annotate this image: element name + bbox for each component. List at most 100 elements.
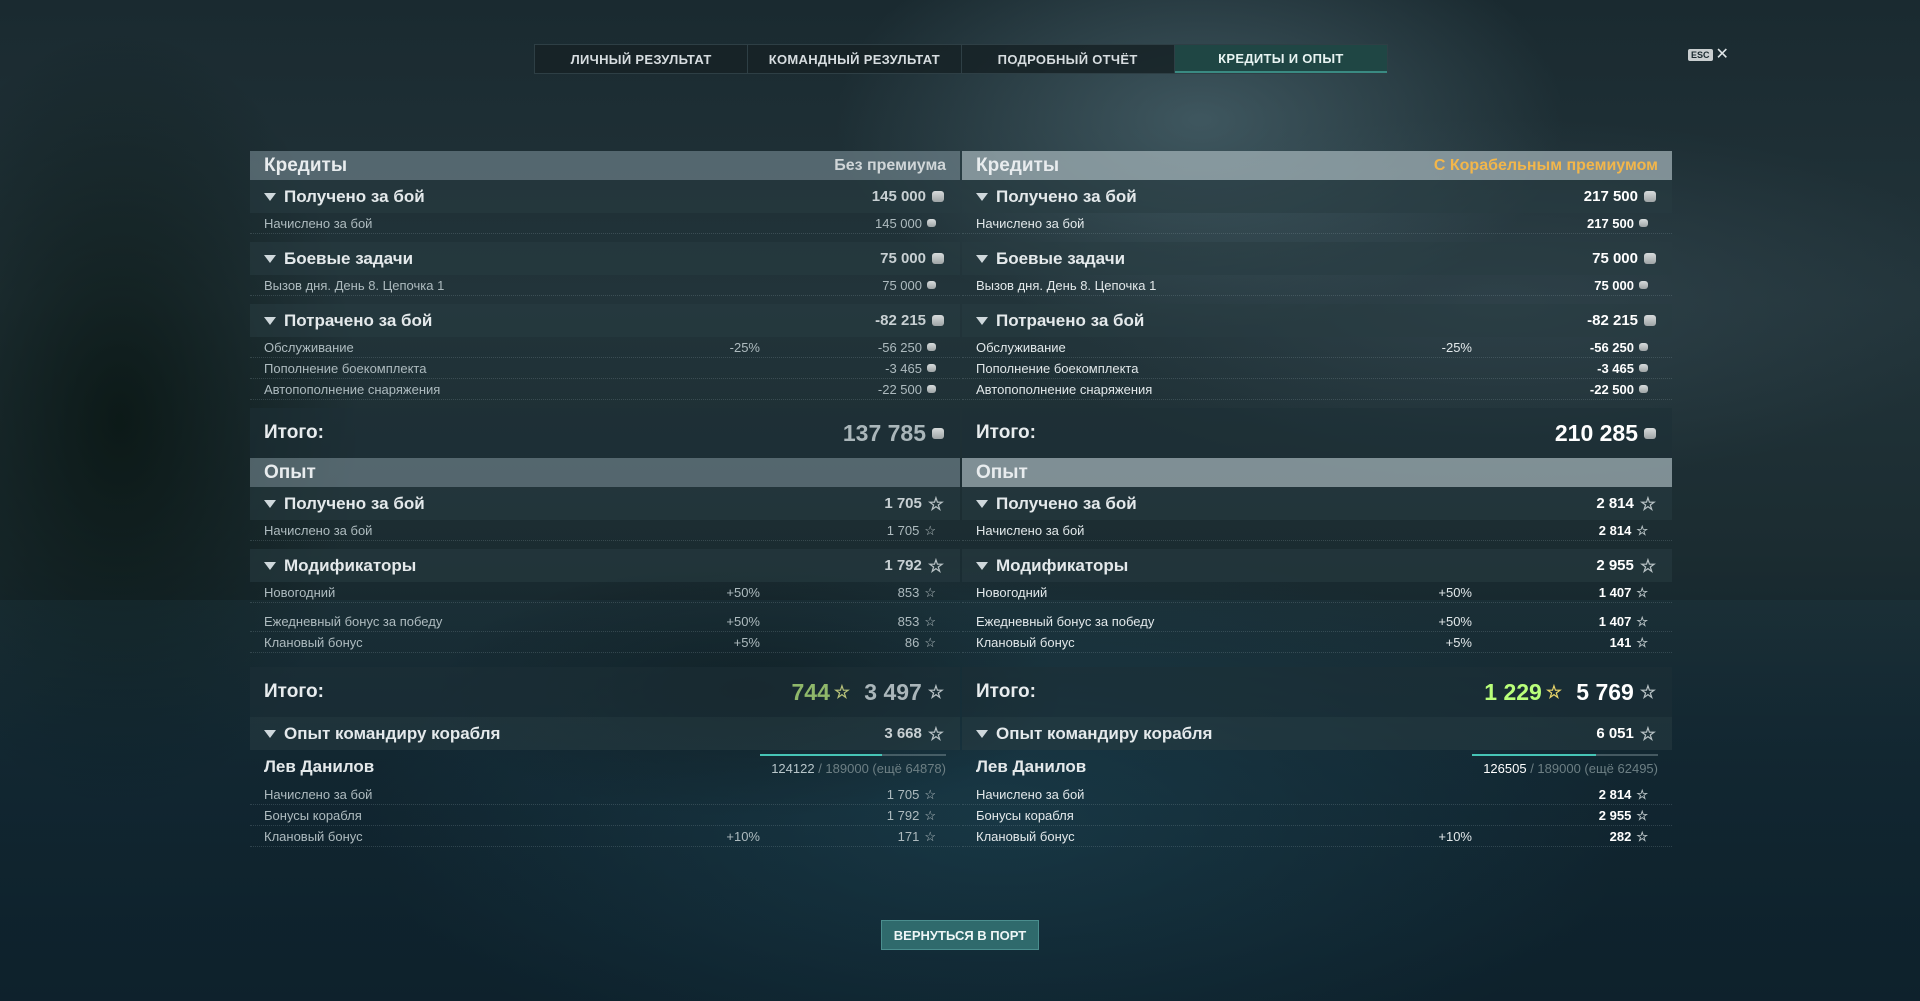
collapse-triangle-icon[interactable] <box>264 499 276 508</box>
credits-icon <box>932 315 944 326</box>
detail-row: Пополнение боекомплекта -3 465 <box>250 358 960 379</box>
row-label: Автопополнение снаряжения <box>976 381 1153 397</box>
tab-credits-and-xp[interactable]: КРЕДИТЫ И ОПЫТ <box>1174 45 1387 73</box>
section-earned[interactable]: Получено за бой 217 500 <box>962 180 1672 213</box>
section-spent[interactable]: Потрачено за бой -82 215 <box>962 304 1672 337</box>
collapse-triangle-icon[interactable] <box>976 729 988 738</box>
row-value-text: -22 500 <box>1589 381 1634 397</box>
credits-icon <box>1639 364 1648 372</box>
row-value: -22 500 <box>1590 382 1648 397</box>
row-label: Начислено за бой <box>264 215 373 231</box>
credits-icon <box>932 253 944 264</box>
collapse-triangle-icon[interactable] <box>264 192 276 201</box>
collapse-triangle-icon[interactable] <box>264 561 276 570</box>
credits-total-text: 210 285 <box>1554 419 1638 446</box>
row-value: 75 000 <box>1594 278 1648 293</box>
detail-row: Обслуживание -25% -56 250 <box>250 337 960 358</box>
section-value-text: 217 500 <box>1583 188 1638 205</box>
section-modifiers[interactable]: Модификаторы 2 955 ☆ <box>962 549 1672 582</box>
total-label: Итого: <box>976 422 1036 443</box>
row-value: 1 705 ☆ <box>887 523 936 538</box>
section-value: 75 000 <box>1592 250 1656 267</box>
credits-icon <box>927 364 936 372</box>
xp-star-icon: ☆ <box>924 522 936 538</box>
section-xp_earned[interactable]: Получено за бой 2 814 ☆ <box>962 487 1672 520</box>
credits-icon <box>927 343 936 351</box>
xp-star-icon: ☆ <box>1636 522 1648 538</box>
tab-team-result[interactable]: КОМАНДНЫЙ РЕЗУЛЬТАТ <box>748 45 962 73</box>
section-xp_earned[interactable]: Получено за бой 1 705 ☆ <box>250 487 960 520</box>
row-label: Начислено за бой <box>264 786 373 802</box>
section-value-text: 1 705 <box>884 495 922 512</box>
xp-star-icon: ☆ <box>1636 828 1648 844</box>
row-percent: +10% <box>1438 828 1472 844</box>
row-label: Вызов дня. День 8. Цепочка 1 <box>976 277 1157 293</box>
collapse-triangle-icon[interactable] <box>976 561 988 570</box>
section-tasks[interactable]: Боевые задачи 75 000 <box>250 242 960 275</box>
detail-row: Вызов дня. День 8. Цепочка 1 75 000 <box>962 275 1672 296</box>
free-xp-text: 744 <box>791 678 830 705</box>
row-percent: +50% <box>1438 584 1472 600</box>
xp-star-icon: ☆ <box>833 682 850 702</box>
section-value: 2 955 ☆ <box>1596 557 1656 575</box>
section-value: 1 705 ☆ <box>884 495 944 513</box>
section-spent[interactable]: Потрачено за бой -82 215 <box>250 304 960 337</box>
xp-star-icon: ☆ <box>1636 786 1648 802</box>
credits-icon <box>1644 253 1656 264</box>
captain-xp-text: 124122 / 189000 (ещё 64878) <box>771 761 946 776</box>
row-label: Вызов дня. День 8. Цепочка 1 <box>264 277 445 293</box>
section-tasks[interactable]: Боевые задачи 75 000 <box>962 242 1672 275</box>
panel-with-premium: Кредиты С Корабельным премиумом Получено з… <box>962 151 1672 847</box>
captain-xp-current: 124122 <box>771 761 815 776</box>
collapse-triangle-icon[interactable] <box>264 254 276 263</box>
detail-row: Начислено за бой 1 705 ☆ <box>250 784 960 805</box>
section-value-text: 75 000 <box>1592 250 1638 267</box>
section-value: -82 215 <box>875 312 944 329</box>
row-value: 86 ☆ <box>905 635 936 650</box>
detail-row: Ежедневный бонус за победу +50% 1 407 ☆ <box>962 611 1672 632</box>
xp-star-icon: ☆ <box>1639 723 1656 744</box>
collapse-triangle-icon[interactable] <box>264 316 276 325</box>
collapse-triangle-icon[interactable] <box>264 729 276 738</box>
section-value-text: 2 814 <box>1596 495 1634 512</box>
row-value-text: 145 000 <box>875 215 922 231</box>
section-modifiers[interactable]: Модификаторы 1 792 ☆ <box>250 549 960 582</box>
xp-total-value: 5 769 ☆ <box>1576 679 1656 706</box>
section-label: Опыт командиру корабля <box>284 723 501 743</box>
section-value-text: 145 000 <box>871 188 926 205</box>
credits-icon <box>1644 191 1656 202</box>
credits-header: Кредиты Без премиума <box>250 151 960 180</box>
xp-star-icon: ☆ <box>924 613 936 629</box>
row-label: Новогодний <box>976 584 1048 600</box>
row-value: 2 955 ☆ <box>1599 808 1648 823</box>
close-button[interactable]: ESC ✕ <box>1688 47 1729 63</box>
detail-row: Клановый бонус +10% 171 ☆ <box>250 826 960 847</box>
collapse-triangle-icon[interactable] <box>976 499 988 508</box>
credits-total-value: 137 785 <box>843 420 944 447</box>
xp-total-text: 5 769 <box>1576 678 1634 705</box>
collapse-triangle-icon[interactable] <box>976 192 988 201</box>
tab-personal-result[interactable]: ЛИЧНЫЙ РЕЗУЛЬТАТ <box>535 45 749 73</box>
tab-detailed-report[interactable]: ПОДРОБНЫЙ ОТЧЁТ <box>962 45 1175 73</box>
row-value-text: 1 705 <box>886 786 920 802</box>
section-commander[interactable]: Опыт командиру корабля 6 051 ☆ <box>962 717 1672 750</box>
row-value-text: 1 407 <box>1598 613 1632 629</box>
section-earned[interactable]: Получено за бой 145 000 <box>250 180 960 213</box>
xp-star-icon: ☆ <box>927 682 944 702</box>
row-label: Пополнение боекомплекта <box>264 360 427 376</box>
row-value-text: -3 465 <box>1597 360 1634 376</box>
section-commander[interactable]: Опыт командиру корабля 3 668 ☆ <box>250 717 960 750</box>
xp-header: Опыт <box>962 458 1672 487</box>
collapse-triangle-icon[interactable] <box>976 316 988 325</box>
row-value: -22 500 <box>878 382 936 397</box>
section-label: Получено за бой <box>996 186 1137 206</box>
detail-row: Бонусы корабля 2 955 ☆ <box>962 805 1672 826</box>
credits-title: Кредиты <box>264 154 348 176</box>
section-value-text: -82 215 <box>875 312 926 329</box>
return-to-port-button[interactable]: ВЕРНУТЬСЯ В ПОРТ <box>881 920 1039 950</box>
collapse-triangle-icon[interactable] <box>976 254 988 263</box>
